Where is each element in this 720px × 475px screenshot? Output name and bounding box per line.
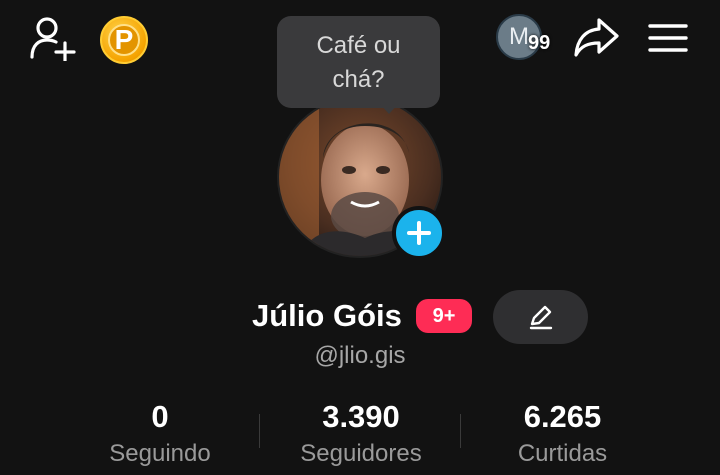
tooltip-line-2: chá? [332,66,385,93]
add-photo-button[interactable] [392,206,446,260]
stat-followers[interactable]: 3.390 Seguidores [280,398,442,470]
edit-profile-button[interactable] [493,290,588,344]
stat-divider [460,414,461,448]
stat-following[interactable]: 0 Seguindo [90,398,230,470]
add-friend-button[interactable] [24,12,80,64]
profile-name: Júlio Góis [252,298,402,333]
plus-icon [407,221,431,245]
profile-handle: @jlio.gis [314,342,406,369]
share-icon [574,18,619,57]
following-count: 0 [151,399,169,434]
followers-count: 3.390 [322,399,400,434]
coin-icon: P [108,24,140,56]
likes-count: 6.265 [523,399,602,434]
stat-likes[interactable]: 6.265 Curtidas [490,398,635,470]
share-button[interactable] [570,12,622,64]
stat-divider [259,414,260,448]
avatar-initial: M [509,23,529,50]
add-user-icon [30,17,76,61]
tooltip-line-1: Café ou [316,32,401,59]
coin-button[interactable]: P [100,16,148,64]
pencil-icon [529,305,552,330]
following-label: Seguindo [109,440,211,467]
notification-badge[interactable]: 9+ [416,299,472,333]
menu-icon [648,24,688,52]
tooltip-pointer [380,104,398,114]
account-badge: 99 [528,32,551,54]
followers-label: Seguidores [300,440,422,467]
likes-label: Curtidas [517,440,608,467]
bio-tooltip[interactable]: Café ou chá? [277,16,440,108]
menu-button[interactable] [644,14,692,62]
